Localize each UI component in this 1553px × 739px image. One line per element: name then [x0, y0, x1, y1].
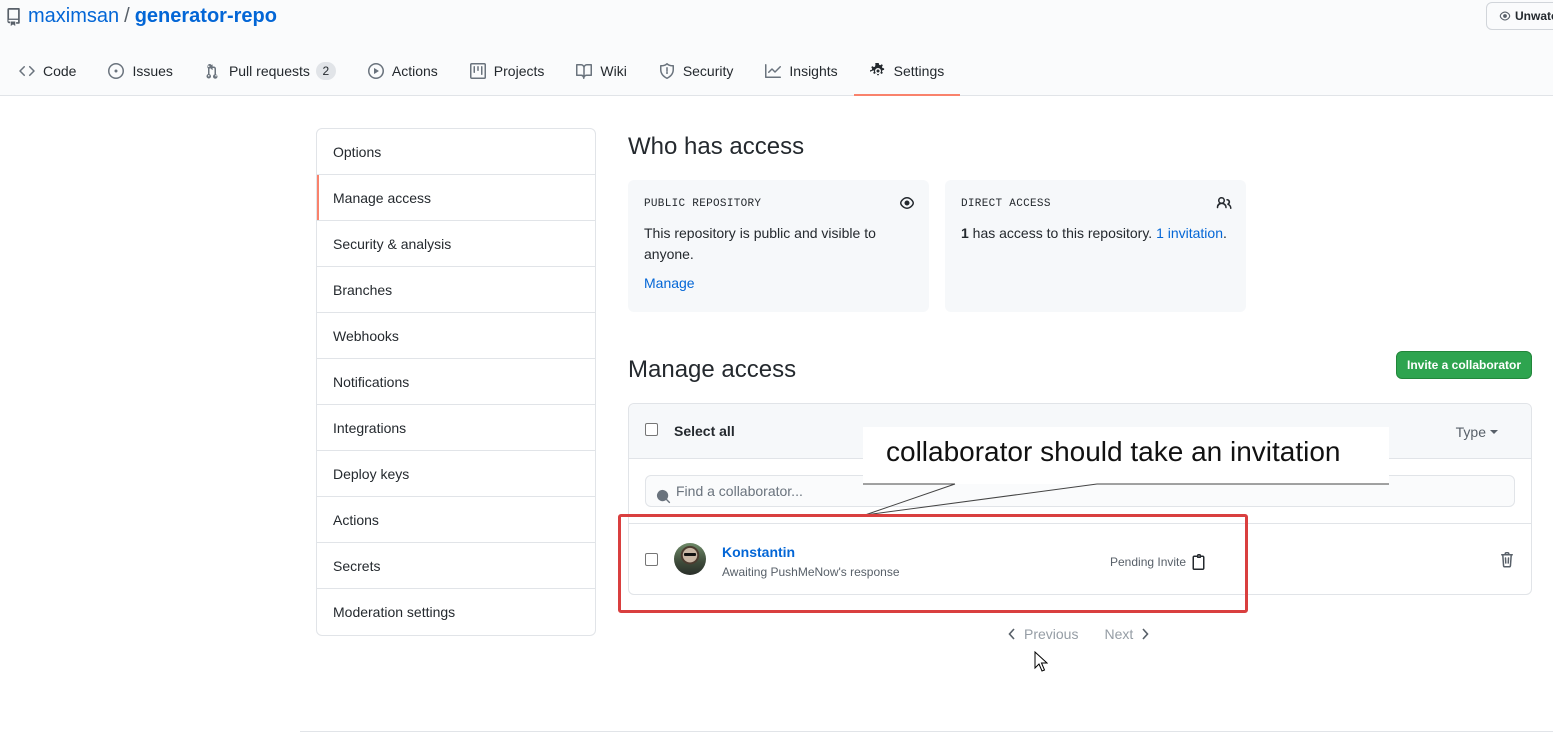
- sidebar-item-options[interactable]: Options: [317, 129, 595, 175]
- next-page-button[interactable]: Next: [1104, 626, 1149, 642]
- public-repository-card: PUBLIC REPOSITORY This repository is pub…: [628, 180, 929, 312]
- who-has-access-heading: Who has access: [628, 133, 805, 160]
- tab-code[interactable]: Code: [3, 48, 92, 96]
- project-icon: [469, 63, 486, 79]
- play-icon: [367, 63, 384, 79]
- eye-icon: [1499, 11, 1511, 21]
- public-repository-label: PUBLIC REPOSITORY: [644, 198, 762, 210]
- manage-access-heading: Manage access: [628, 356, 797, 383]
- sidebar-item-notifications[interactable]: Notifications: [317, 359, 595, 405]
- sidebar-item-moderation-settings[interactable]: Moderation settings: [317, 589, 595, 635]
- search-icon: [656, 484, 671, 514]
- type-filter-dropdown[interactable]: Type: [1456, 424, 1498, 440]
- chevron-right-icon: [1142, 628, 1149, 640]
- direct-access-text: 1 has access to this repository. 1 invit…: [961, 223, 1230, 244]
- settings-sidebar: Options Manage access Security & analysi…: [316, 128, 596, 636]
- tab-label: Issues: [132, 63, 173, 79]
- direct-access-sentence: has access to this repository.: [968, 225, 1157, 241]
- pull-request-count-badge: 2: [315, 62, 336, 80]
- previous-page-button[interactable]: Previous: [1008, 626, 1078, 642]
- tab-label: Insights: [789, 63, 838, 79]
- tab-issues[interactable]: Issues: [92, 48, 188, 96]
- select-all-label: Select all: [674, 423, 735, 439]
- repo-separator: /: [124, 5, 130, 27]
- tab-label: Wiki: [600, 63, 627, 79]
- sidebar-item-actions[interactable]: Actions: [317, 497, 595, 543]
- tab-actions[interactable]: Actions: [352, 48, 454, 96]
- invite-collaborator-button[interactable]: Invite a collaborator: [1396, 351, 1532, 379]
- footer-divider: [300, 731, 1553, 732]
- repo-header: maximsan / generator-repo Unwatch Code I…: [0, 0, 1553, 96]
- tab-label: Projects: [493, 63, 545, 79]
- sidebar-item-integrations[interactable]: Integrations: [317, 405, 595, 451]
- gear-icon: [869, 63, 884, 76]
- sidebar-item-branches[interactable]: Branches: [317, 267, 595, 313]
- tab-label: Pull requests: [228, 63, 310, 79]
- direct-access-count: 1: [961, 225, 969, 241]
- repo-title: maximsan / generator-repo: [6, 5, 277, 28]
- chevron-left-icon: [1008, 628, 1015, 640]
- mouse-cursor-icon: [1034, 651, 1048, 672]
- sidebar-item-manage-access[interactable]: Manage access: [317, 175, 595, 221]
- eye-icon: [899, 195, 915, 214]
- repo-owner-link[interactable]: maximsan: [28, 5, 119, 28]
- direct-access-card: DIRECT ACCESS 1 has access to this repos…: [945, 180, 1246, 312]
- shield-icon: [659, 63, 674, 79]
- sidebar-item-security-analysis[interactable]: Security & analysis: [317, 221, 595, 267]
- book-icon: [576, 63, 593, 79]
- next-label: Next: [1104, 626, 1134, 642]
- direct-access-label: DIRECT ACCESS: [961, 198, 1051, 210]
- tab-settings[interactable]: Settings: [853, 48, 961, 96]
- type-filter-label: Type: [1455, 424, 1486, 440]
- caret-down-icon: [1490, 430, 1498, 434]
- repo-name-link[interactable]: generator-repo: [135, 5, 277, 28]
- tab-label: Security: [682, 63, 734, 79]
- tab-projects[interactable]: Projects: [454, 48, 561, 96]
- tab-label: Actions: [391, 63, 438, 79]
- pagination: Previous Next: [1008, 626, 1149, 642]
- unwatch-button[interactable]: Unwatch: [1486, 2, 1553, 30]
- trash-icon[interactable]: [1500, 552, 1514, 571]
- tab-security[interactable]: Security: [643, 48, 750, 96]
- pull-request-icon: [206, 64, 218, 79]
- sidebar-item-webhooks[interactable]: Webhooks: [317, 313, 595, 359]
- public-repository-text: This repository is public and visible to…: [644, 225, 876, 262]
- direct-access-suffix: .: [1223, 225, 1227, 241]
- unwatch-label: Unwatch: [1514, 9, 1553, 23]
- tab-insights[interactable]: Insights: [749, 48, 853, 96]
- code-icon: [19, 65, 35, 77]
- invitation-link[interactable]: 1 invitation: [1156, 225, 1223, 241]
- tab-label: Settings: [893, 63, 945, 79]
- graph-icon: [765, 64, 782, 78]
- annotation-highlight-box: [618, 514, 1248, 613]
- previous-label: Previous: [1024, 626, 1079, 642]
- issue-icon: [108, 63, 125, 79]
- find-collaborator-placeholder: Find a collaborator...: [676, 483, 803, 499]
- sidebar-item-deploy-keys[interactable]: Deploy keys: [317, 451, 595, 497]
- repo-tabs: Code Issues Pull requests 2 Actions Proj…: [3, 48, 961, 96]
- tab-wiki[interactable]: Wiki: [560, 48, 642, 96]
- manage-visibility-link[interactable]: Manage: [644, 275, 913, 291]
- annotation-text: collaborator should take an invitation: [886, 436, 1341, 467]
- people-icon: [1216, 195, 1232, 214]
- tab-label: Code: [43, 63, 77, 79]
- tab-pull-requests[interactable]: Pull requests 2: [189, 48, 352, 96]
- sidebar-item-secrets[interactable]: Secrets: [317, 543, 595, 589]
- repo-icon: [6, 7, 20, 26]
- select-all-checkbox[interactable]: [645, 423, 658, 436]
